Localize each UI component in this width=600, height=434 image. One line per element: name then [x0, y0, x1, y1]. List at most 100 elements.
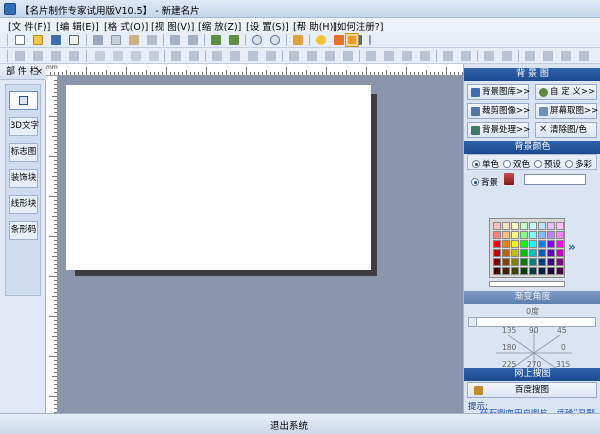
grid-icon[interactable] [442, 50, 454, 62]
group-icon[interactable] [288, 50, 300, 62]
angle-0[interactable]: 0 [561, 343, 566, 352]
color-palette[interactable] [489, 218, 565, 278]
bg-library-button[interactable]: 背景图库>> [467, 84, 530, 100]
color-swatch[interactable] [511, 258, 519, 266]
zoom-out-icon[interactable] [269, 34, 281, 46]
paste-icon[interactable] [128, 34, 140, 46]
menu-register[interactable]: [如何注册?] [333, 19, 383, 33]
new-file-icon[interactable] [14, 34, 26, 46]
color-swatch[interactable] [556, 222, 564, 230]
align-center-icon[interactable] [32, 50, 44, 62]
same-height-icon[interactable] [188, 50, 200, 62]
layer-bottom-icon[interactable] [578, 50, 590, 62]
save-icon[interactable] [50, 34, 62, 46]
color-swatch[interactable] [547, 258, 555, 266]
color-swatch[interactable] [538, 249, 546, 257]
menu-view[interactable]: [视 图(V)] [151, 19, 194, 33]
distribute-icon[interactable] [483, 50, 495, 62]
lock-icon[interactable] [324, 50, 336, 62]
color-swatch[interactable] [493, 240, 501, 248]
rotate-right-icon[interactable] [383, 50, 395, 62]
open-folder-icon[interactable] [32, 34, 44, 46]
rotate-left-icon[interactable] [365, 50, 377, 62]
layer-down-icon[interactable] [542, 50, 554, 62]
baidu-search-button[interactable]: 百度搜图 [467, 382, 597, 398]
color-swatch[interactable] [538, 222, 546, 230]
color-swatch[interactable] [520, 231, 528, 239]
color-swatch[interactable] [511, 222, 519, 230]
more-icon[interactable] [364, 34, 376, 46]
pen-icon[interactable] [292, 34, 304, 46]
align-top-icon[interactable] [68, 50, 80, 62]
color-swatch[interactable] [556, 240, 564, 248]
color-swatch[interactable] [538, 258, 546, 266]
menu-help[interactable]: [帮 助(H)] [293, 19, 337, 33]
color-swatch[interactable] [511, 249, 519, 257]
3d-text-button[interactable]: 3D文字 [9, 117, 39, 136]
bg-color-swatch[interactable] [524, 174, 586, 185]
move-up-icon[interactable] [94, 50, 106, 62]
color-swatch[interactable] [529, 240, 537, 248]
color-swatch[interactable] [538, 240, 546, 248]
color-swatch[interactable] [547, 249, 555, 257]
print-preview-icon[interactable] [68, 34, 80, 46]
help-icon[interactable] [315, 34, 327, 46]
color-swatch[interactable] [547, 240, 555, 248]
move-down-icon[interactable] [112, 50, 124, 62]
flip-icon[interactable] [401, 50, 413, 62]
unlock-icon[interactable] [342, 50, 354, 62]
mode-preset-radio[interactable]: 预设 [534, 158, 561, 170]
color-swatch[interactable] [493, 249, 501, 257]
redo-icon[interactable] [187, 34, 199, 46]
move-right-icon[interactable] [148, 50, 160, 62]
color-swatch[interactable] [520, 222, 528, 230]
color-swatch[interactable] [493, 222, 501, 230]
menu-settings[interactable]: [设 置(S)] [246, 19, 289, 33]
layer-top-icon[interactable] [560, 50, 572, 62]
mode-single-radio[interactable]: 单色 [472, 158, 499, 170]
snap-icon[interactable] [460, 50, 472, 62]
align-left-icon[interactable] [14, 50, 26, 62]
space-horizontal-icon[interactable] [211, 50, 223, 62]
bg-process-button[interactable]: 背景处理>> [467, 122, 530, 138]
color-swatch[interactable] [520, 249, 528, 257]
color-swatch[interactable] [502, 240, 510, 248]
logo-button[interactable]: 标志图 [9, 143, 38, 162]
bg-color-radio[interactable]: 背景 [471, 176, 498, 188]
layer-up-icon[interactable] [524, 50, 536, 62]
color-swatch[interactable] [493, 231, 501, 239]
space-vertical-icon[interactable] [229, 50, 241, 62]
expand-palette-icon[interactable]: » [568, 240, 576, 254]
undo-icon[interactable] [169, 34, 181, 46]
color-swatch[interactable] [502, 258, 510, 266]
same-width-icon[interactable] [170, 50, 182, 62]
bring-front-icon[interactable] [210, 34, 222, 46]
cut-icon[interactable] [92, 34, 104, 46]
arrange-icon[interactable] [501, 50, 513, 62]
color-swatch[interactable] [529, 222, 537, 230]
color-swatch[interactable] [538, 231, 546, 239]
color-swatch[interactable] [547, 267, 555, 275]
angle-90[interactable]: 90 [529, 326, 539, 335]
hue-bar[interactable] [489, 281, 565, 287]
custom-bg-button[interactable]: 自 定 义>> [535, 84, 597, 100]
zoom-in-icon[interactable] [251, 34, 263, 46]
send-back-icon[interactable] [228, 34, 240, 46]
color-swatch[interactable] [520, 258, 528, 266]
font-highlight-icon[interactable] [345, 33, 359, 47]
color-swatch[interactable] [529, 258, 537, 266]
color-swatch[interactable] [520, 240, 528, 248]
menu-zoom[interactable]: [缩 放(Z)] [198, 19, 241, 33]
color-swatch[interactable] [529, 249, 537, 257]
info-icon[interactable] [333, 34, 345, 46]
select-tool-button[interactable] [9, 91, 38, 110]
color-swatch[interactable] [511, 267, 519, 275]
center-vertical-icon[interactable] [265, 50, 277, 62]
color-swatch[interactable] [529, 267, 537, 275]
angle-135[interactable]: 135 [502, 326, 516, 335]
line-block-button[interactable]: 线形块 [9, 195, 38, 214]
decor-block-button[interactable]: 装饰块 [9, 169, 38, 188]
angle-45[interactable]: 45 [557, 326, 567, 335]
ungroup-icon[interactable] [306, 50, 318, 62]
menu-edit[interactable]: [编 辑(E)] [56, 19, 99, 33]
